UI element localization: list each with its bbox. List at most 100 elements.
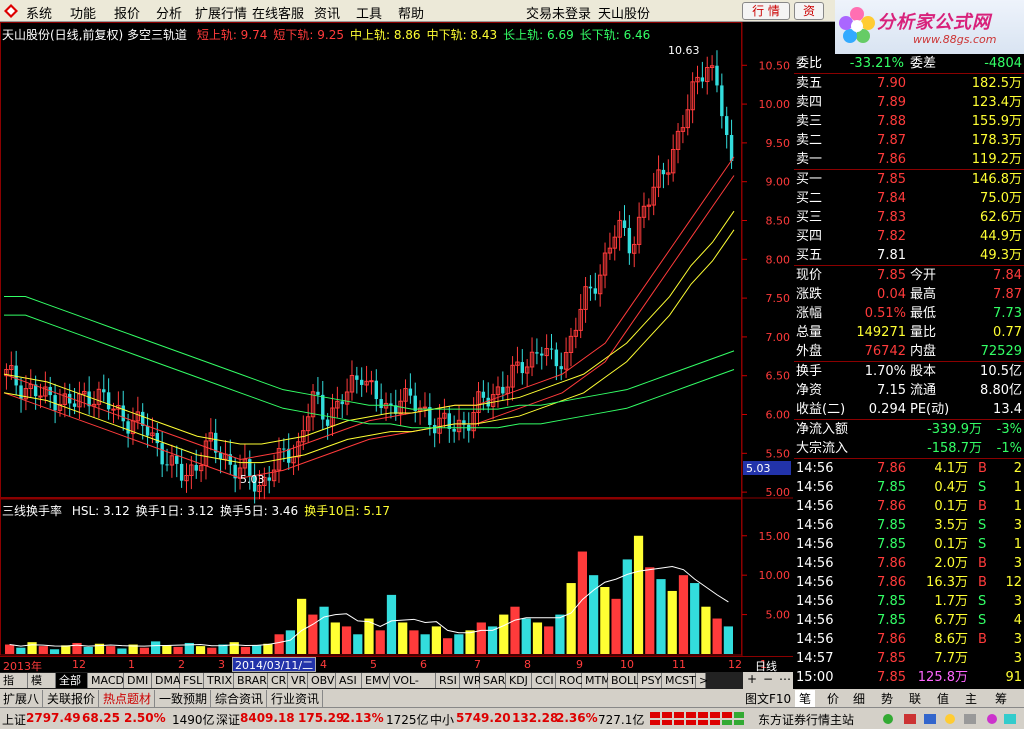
func-tab[interactable]: 价 bbox=[827, 690, 839, 707]
tick-row: 14:56 7.85 3.5万 S 3 bbox=[794, 516, 1024, 535]
menu-ext-market[interactable]: 扩展行情 bbox=[195, 3, 247, 22]
indicator-tab[interactable]: 模板 bbox=[28, 673, 56, 702]
main-legend-item: 中下轨: 8.43 bbox=[426, 28, 498, 42]
ask-volume: 178.3万 bbox=[971, 133, 1022, 148]
price-tick-label: 7.00 bbox=[766, 331, 791, 344]
kline-chart-area[interactable]: 10.50 10.00 9.50 9.00 8.50 8.00 7.50 7.00 6.50 6.… bbox=[0, 22, 793, 656]
menu-help[interactable]: 帮助 bbox=[398, 3, 424, 22]
breadth-block bbox=[710, 720, 720, 725]
indicator-tab[interactable]: 指标 bbox=[0, 673, 28, 702]
indicator-tab[interactable]: FSL bbox=[180, 673, 204, 688]
tick-time: 14:57 bbox=[796, 651, 834, 666]
indicator-tab[interactable]: BRAR bbox=[234, 673, 268, 688]
func-tab[interactable]: 笔 bbox=[795, 690, 816, 707]
tick-price: 7.85 bbox=[877, 670, 906, 685]
more-icon[interactable]: ⋯ bbox=[779, 672, 791, 686]
indicator-tab[interactable]: EMV bbox=[362, 673, 390, 688]
indicator-tab[interactable]: OBV bbox=[308, 673, 336, 688]
trade-status[interactable]: 交易未登录 bbox=[526, 3, 591, 22]
tick-side: S bbox=[978, 537, 987, 552]
kline-chart[interactable]: 10.50 10.00 9.50 9.00 8.50 8.00 7.50 7.00 6.50 6.… bbox=[0, 22, 793, 656]
tick-count: 3 bbox=[1013, 556, 1022, 571]
zx-index-label: 中小 bbox=[430, 713, 455, 727]
candle-body bbox=[121, 405, 125, 422]
ext-tab[interactable]: 一致预期 bbox=[156, 690, 212, 707]
indicator-tab[interactable]: KDJ bbox=[506, 673, 532, 688]
menu-function[interactable]: 功能 bbox=[70, 3, 96, 22]
indicator-tab[interactable]: 全部 bbox=[56, 673, 88, 688]
stat-value: 7.87 bbox=[993, 287, 1022, 302]
menu-quote[interactable]: 报价 bbox=[114, 3, 140, 22]
candle-body bbox=[72, 403, 77, 407]
vol-legend-item: 换手1日: 3.12 bbox=[135, 504, 214, 518]
flow-label: 净流入额 bbox=[796, 422, 849, 437]
window-icon bbox=[964, 714, 976, 724]
ext-tab[interactable]: 行业资讯 bbox=[268, 690, 324, 707]
indicator-tab[interactable]: DMA bbox=[152, 673, 181, 688]
indicator-tab[interactable]: WR bbox=[460, 673, 482, 688]
menu-online-service[interactable]: 在线客服 bbox=[252, 3, 304, 22]
indicator-tab[interactable]: VR bbox=[288, 673, 308, 688]
menu-analysis[interactable]: 分析 bbox=[156, 3, 182, 22]
indicator-tab[interactable]: TRIX bbox=[204, 673, 234, 688]
candle-body bbox=[316, 391, 320, 395]
func-tab[interactable]: 势 bbox=[881, 690, 893, 707]
indicator-tab[interactable]: > bbox=[696, 673, 708, 688]
candle-body bbox=[340, 401, 344, 405]
sz-index-value: 8409.18 bbox=[240, 711, 295, 725]
indicator-tab[interactable]: MTM bbox=[582, 673, 611, 688]
candle-body bbox=[106, 392, 111, 410]
date-axis-bar[interactable]: 2013年 12 1 2 3 4 5 6 7 8 9 10 11 12 1 2014/03/11/二 日线 bbox=[0, 656, 793, 673]
func-tab[interactable]: 筹 bbox=[995, 690, 1007, 707]
candle-body bbox=[165, 464, 169, 466]
ext-tab[interactable]: 扩展八 bbox=[0, 690, 44, 707]
menu-system[interactable]: 系统 bbox=[26, 3, 52, 22]
zoom-in-icon[interactable]: + bbox=[747, 672, 757, 686]
stat-row: 涨幅 0.51% 最低 7.73 bbox=[794, 304, 1024, 323]
indicator-tab[interactable]: MCST bbox=[662, 673, 696, 688]
tick-price: 7.85 bbox=[877, 613, 906, 628]
func-tab[interactable]: 主 bbox=[965, 690, 977, 707]
quote-button[interactable]: 行 情 bbox=[742, 2, 790, 20]
vol-legend-item: HSL: 3.12 bbox=[71, 504, 130, 518]
ext-tab[interactable]: 关联报价 bbox=[44, 690, 100, 707]
bid-row: 买二 7.84 75.0万 bbox=[794, 189, 1024, 208]
zoom-out-icon[interactable]: − bbox=[763, 672, 773, 686]
breadth-block bbox=[722, 720, 732, 725]
indicator-tab[interactable]: VOL-TDX bbox=[390, 673, 436, 702]
func-tab[interactable]: 细 bbox=[853, 690, 865, 707]
info-button[interactable]: 资 bbox=[794, 2, 824, 20]
menu-news[interactable]: 资讯 bbox=[314, 3, 340, 22]
volume-bar bbox=[409, 630, 419, 654]
indicator-tab[interactable]: BOLL bbox=[608, 673, 639, 688]
indicator-tab[interactable]: ROC bbox=[556, 673, 583, 688]
tick-volume: 0.1万 bbox=[934, 537, 968, 552]
price-tick-label: 6.50 bbox=[766, 370, 791, 383]
menu-tools[interactable]: 工具 bbox=[356, 3, 382, 22]
indicator-tab[interactable]: CCI bbox=[532, 673, 556, 688]
indicator-tab[interactable]: PSY bbox=[638, 673, 662, 688]
date-month-label: 12 bbox=[72, 658, 86, 671]
indicator-tab[interactable]: ASI bbox=[336, 673, 362, 688]
tick-count: 91 bbox=[1005, 670, 1022, 685]
indicator-tab[interactable]: CR bbox=[268, 673, 288, 688]
indicator-tab[interactable]: DMI bbox=[124, 673, 152, 688]
ext-tab[interactable]: 热点题材 bbox=[100, 690, 156, 707]
indicator-tab[interactable]: SAR bbox=[480, 673, 506, 688]
func-tab[interactable]: 图文F10 bbox=[745, 690, 791, 707]
indicator-tab[interactable]: RSI bbox=[436, 673, 460, 688]
tick-time: 14:56 bbox=[796, 480, 834, 495]
indicator-tab[interactable]: MACD bbox=[88, 673, 124, 688]
track-line-upper bbox=[3, 156, 735, 461]
tick-volume: 8.6万 bbox=[934, 632, 968, 647]
ask-label: 卖三 bbox=[796, 114, 823, 129]
connection-icon bbox=[883, 714, 893, 724]
candle-body bbox=[540, 353, 544, 356]
volume-bar bbox=[173, 646, 183, 654]
func-tab[interactable]: 联 bbox=[909, 690, 921, 707]
stat-label: 总量 bbox=[796, 325, 823, 340]
func-tab[interactable]: 值 bbox=[937, 690, 949, 707]
ext-tab[interactable]: 综合资讯 bbox=[212, 690, 268, 707]
volume-bar bbox=[151, 641, 161, 654]
tick-count: 12 bbox=[1005, 575, 1022, 590]
